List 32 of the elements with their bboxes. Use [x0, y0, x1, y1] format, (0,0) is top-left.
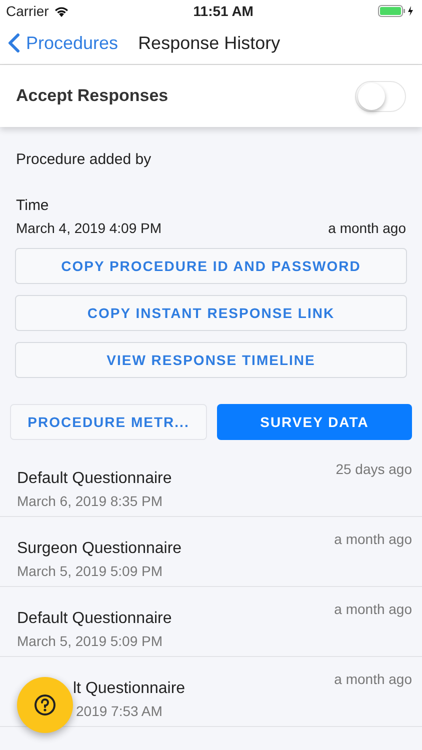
procedure-added-label: Procedure added by: [16, 150, 152, 169]
back-button[interactable]: Procedures: [8, 30, 118, 56]
help-button[interactable]: [17, 677, 73, 733]
response-title: lt Questionnaire: [73, 679, 186, 699]
status-time: 11:51 AM: [193, 2, 254, 20]
toggle-switch[interactable]: [355, 80, 406, 112]
action-button[interactable]: VIEW RESPONSE TIMELINE: [15, 342, 407, 378]
response-date: March 6, 2019 8:35 PM: [17, 492, 164, 511]
back-chevron-icon[interactable]: [8, 33, 20, 53]
response-age: a month ago: [334, 670, 412, 689]
response-age: a month ago: [334, 600, 412, 619]
tab[interactable]: PROCEDURE METR...: [10, 404, 207, 440]
battery-icon: [378, 5, 416, 17]
response-date: March 5, 2019 5:09 PM: [17, 562, 164, 581]
action-button[interactable]: COPY INSTANT RESPONSE LINK: [15, 295, 407, 331]
response-age: 25 days ago: [336, 460, 412, 479]
accept-responses-label: Accept Responses: [16, 85, 168, 108]
response-title: Default Questionnaire: [17, 469, 172, 489]
carrier-name: Carrier: [6, 2, 49, 20]
time-value: March 4, 2019 4:09 PM: [16, 219, 162, 238]
help-icon[interactable]: [34, 694, 56, 716]
tab[interactable]: SURVEY DATA: [217, 404, 412, 440]
action-button[interactable]: COPY PROCEDURE ID AND PASSWORD: [15, 248, 407, 284]
time-label: Time: [16, 196, 50, 215]
response-title: Surgeon Questionnaire: [17, 539, 182, 559]
relative-time: a month ago: [328, 219, 406, 238]
response-age: a month ago: [334, 530, 412, 549]
response-date: March 5, 2019 5:09 PM: [17, 632, 164, 651]
screen-title: Response History: [138, 32, 280, 55]
response-date: 2019 7:53 AM: [76, 702, 164, 721]
response-title: Default Questionnaire: [17, 609, 172, 629]
wifi-icon: [54, 6, 69, 16]
